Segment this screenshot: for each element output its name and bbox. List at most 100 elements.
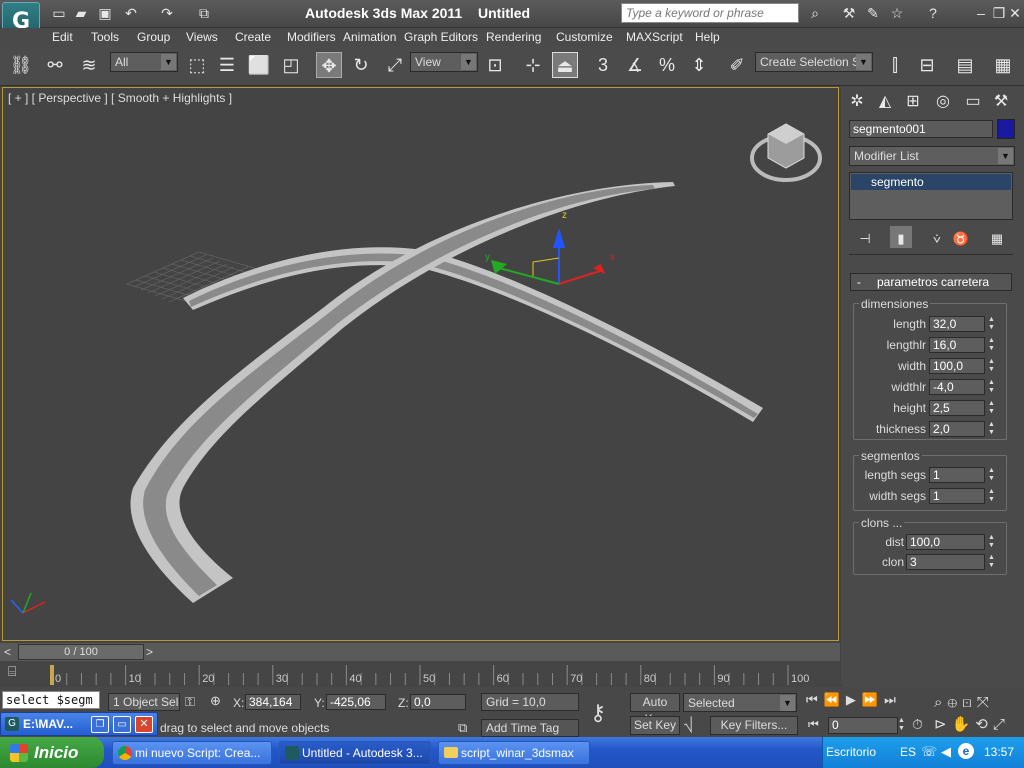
key-mode-toggle-icon[interactable]: ⏮	[808, 717, 824, 733]
absolute-mode-icon[interactable]: ⊕	[210, 693, 228, 709]
menu-rendering[interactable]: Rendering	[486, 30, 541, 44]
unlink-icon[interactable]: ⚯	[42, 52, 68, 78]
ie-tray-icon[interactable]: e	[958, 743, 974, 759]
mirror-icon[interactable]: ⫿	[882, 52, 908, 78]
param-spinner-lengthlr[interactable]: ▲ ▼	[987, 337, 996, 353]
set-key-mode-icon[interactable]: ⚷	[590, 700, 624, 730]
lock-icon[interactable]: ⚿	[185, 694, 199, 710]
motion-tab-icon[interactable]: ◎	[931, 89, 955, 113]
display-tab-icon[interactable]: ▭	[961, 89, 985, 113]
new-file-icon[interactable]: ▭	[50, 5, 68, 21]
rectangular-selection-icon[interactable]: ⬜	[246, 52, 272, 78]
viewcube-icon[interactable]	[750, 123, 822, 182]
search-input[interactable]: Type a keyword or phrase	[621, 3, 799, 23]
graphite-ribbon-icon[interactable]: ▦	[990, 52, 1016, 78]
time-slider-thumb[interactable]: 0 / 100	[18, 644, 144, 660]
menu-create[interactable]: Create	[235, 30, 271, 44]
param-spinner-length-segs[interactable]: ▲ ▼	[987, 467, 996, 483]
taskbar-item-3dsmax[interactable]: Untitled - Autodesk 3...	[279, 741, 431, 765]
named-selection-sets-dropdown[interactable]: Create Selection Se ▼	[755, 52, 873, 72]
create-tab-icon[interactable]: ✲	[845, 89, 869, 113]
y-coordinate-field[interactable]: -425,06	[326, 694, 386, 710]
viewport-navigation-controls[interactable]: ⌕⊕⊡⤧ ⊳✋⟲⤢	[934, 692, 1024, 736]
param-field-width-segs[interactable]: 1	[929, 488, 985, 504]
add-time-tag-button[interactable]: Add Time Tag	[481, 719, 579, 737]
binoculars-icon[interactable]: ⌕	[806, 5, 824, 21]
select-and-scale-icon[interactable]: ⤢	[382, 52, 408, 78]
select-and-move-icon[interactable]: ✥	[316, 52, 342, 78]
time-configuration-icon[interactable]: ⏱	[912, 716, 930, 734]
percent-snap-icon[interactable]: %	[654, 52, 680, 78]
key-filters-button[interactable]: Key Filters...	[710, 716, 798, 735]
layer-manager-icon[interactable]: ▤	[952, 52, 978, 78]
select-and-rotate-icon[interactable]: ↻	[348, 52, 374, 78]
menu-views[interactable]: Views	[186, 30, 218, 44]
menu-tools[interactable]: Tools	[91, 30, 119, 44]
current-frame-field[interactable]: 0	[828, 717, 898, 734]
volume-icon[interactable]: ◀	[941, 744, 951, 760]
time-tag-icon[interactable]: ⧉	[458, 720, 474, 736]
x-coordinate-field[interactable]: 384,164	[245, 694, 301, 710]
param-field-widthlr[interactable]: -4,0	[929, 379, 985, 395]
modify-tab-icon[interactable]: ◭	[873, 89, 897, 113]
desktop-toolbar-label[interactable]: Escritorio	[826, 745, 876, 759]
key-tangent-icon[interactable]: ⎷	[684, 716, 704, 735]
time-slider[interactable]: < 0 / 100 >	[0, 643, 840, 661]
rollout-collapse-toggle[interactable]: -	[851, 275, 861, 289]
pin-stack-icon[interactable]: ⊣	[854, 226, 876, 248]
pivot-center-icon[interactable]: ⊡	[482, 52, 508, 78]
rollout-parametros-carretera[interactable]: - parametros carretera	[850, 273, 1012, 291]
restore-window-icon[interactable]: ❐	[91, 716, 109, 733]
configure-modifier-sets-icon[interactable]: ▦	[986, 226, 1008, 248]
menu-group[interactable]: Group	[137, 30, 170, 44]
auto-key-button[interactable]: Auto Key	[630, 693, 680, 726]
hierarchy-tab-icon[interactable]: ⊞	[901, 89, 925, 113]
select-manipulate-icon[interactable]: ⊹	[520, 52, 546, 78]
minimize-icon[interactable]: –	[972, 5, 990, 21]
subscription-icon[interactable]: ⚒	[840, 5, 858, 21]
param-field-height[interactable]: 2,5	[929, 400, 985, 416]
key-mode-dropdown[interactable]: Selected ▼	[683, 693, 797, 712]
menu-modifiers[interactable]: Modifiers	[287, 30, 336, 44]
edit-named-selection-icon[interactable]: ✐	[724, 52, 750, 78]
playback-controls[interactable]: ⏮⏪▶⏩⏭	[806, 692, 932, 712]
menu-customize[interactable]: Customize	[556, 30, 613, 44]
select-by-name-icon[interactable]: ☰	[214, 52, 240, 78]
perspective-viewport[interactable]: z x y	[2, 87, 839, 641]
snaps-toggle-icon[interactable]: 3	[590, 52, 616, 78]
modifier-list-dropdown[interactable]: Modifier List ▼	[849, 146, 1015, 166]
taskbar-item-folder[interactable]: script_winar_3dsmax	[438, 741, 590, 765]
time-slider-next-button[interactable]: >	[146, 645, 158, 659]
time-slider-prev-button[interactable]: <	[4, 645, 16, 659]
spinner-snap-icon[interactable]: ⇕	[686, 52, 712, 78]
open-file-icon[interactable]: ▰	[72, 5, 90, 21]
language-indicator[interactable]: ES	[900, 745, 916, 759]
param-spinner-dist[interactable]: ▲ ▼	[987, 534, 996, 550]
param-field-clon[interactable]: 3	[906, 554, 985, 570]
modifier-stack-item[interactable]: segmento	[851, 174, 1011, 190]
undo-icon[interactable]: ↶	[122, 5, 140, 21]
favorites-icon[interactable]: ☆	[888, 5, 906, 21]
bind-space-warp-icon[interactable]: ≋	[76, 52, 102, 78]
menu-help[interactable]: Help	[695, 30, 720, 44]
z-coordinate-field[interactable]: 0,0	[410, 694, 466, 710]
viewport-label[interactable]: [ + ] [ Perspective ] [ Smooth + Highlig…	[8, 91, 232, 105]
reference-coordinate-dropdown[interactable]: View ▼	[410, 52, 478, 72]
communication-icon[interactable]: ✎	[864, 5, 882, 21]
project-folder-icon[interactable]: ⧉	[195, 5, 213, 21]
show-end-result-icon[interactable]: ▮	[890, 226, 912, 248]
param-field-length-segs[interactable]: 1	[929, 467, 985, 483]
keyboard-shortcut-override-icon[interactable]: ⏏	[552, 52, 578, 78]
param-spinner-width-segs[interactable]: ▲ ▼	[987, 488, 996, 504]
link-icon[interactable]: ⛓	[8, 52, 34, 78]
selection-filter-dropdown[interactable]: All ▼	[110, 52, 178, 72]
close-icon[interactable]: ✕	[1006, 5, 1024, 21]
menu-edit[interactable]: Edit	[52, 30, 73, 44]
window-crossing-icon[interactable]: ◰	[278, 52, 304, 78]
param-field-thickness[interactable]: 2,0	[929, 421, 985, 437]
make-unique-icon[interactable]: ⩒	[926, 226, 948, 248]
align-icon[interactable]: ⊟	[914, 52, 940, 78]
param-spinner-length[interactable]: ▲ ▼	[987, 316, 996, 332]
select-object-icon[interactable]: ⬚	[184, 52, 210, 78]
param-field-lengthlr[interactable]: 16,0	[929, 337, 985, 353]
